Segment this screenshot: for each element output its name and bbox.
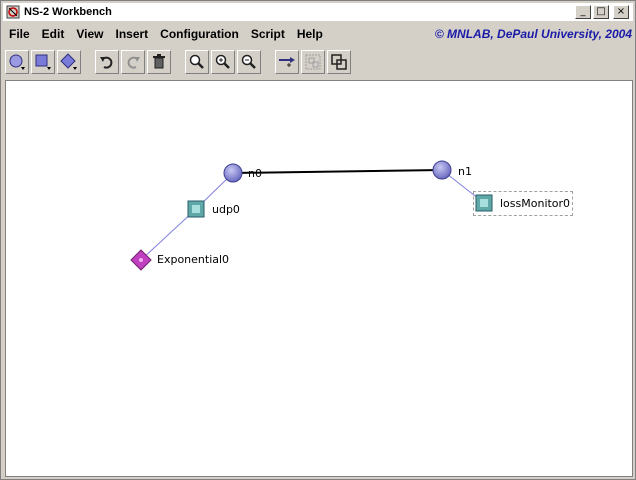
node-tool-button[interactable] [5, 50, 29, 74]
menu-configuration-label: Configuration [160, 27, 239, 41]
zoom-out-button[interactable] [237, 50, 261, 74]
agent-tool-button[interactable] [31, 50, 55, 74]
traffic-exponential0-label: Exponential0 [157, 253, 230, 266]
menu-edit[interactable]: Edit [36, 27, 71, 41]
node-n1-label: n1 [458, 165, 472, 178]
zoom-out-icon [241, 54, 256, 69]
traffic-tool-button[interactable] [57, 50, 81, 74]
topology-drawing [130, 160, 493, 271]
zoom-icon [189, 54, 204, 69]
link-n0-n1[interactable] [232, 169, 443, 174]
redo-button[interactable] [121, 50, 145, 74]
menu-edit-label: Edit [41, 27, 65, 41]
agent-udp0-inner [192, 205, 200, 213]
menu-script-label: Script [250, 27, 285, 41]
agent-lossmonitor0-label: lossMonitor0 [500, 197, 571, 210]
app-window: NS-2 Workbench _ □ × File Edit View Inse… [0, 0, 636, 480]
undo-button[interactable] [95, 50, 119, 74]
zoom-in-button[interactable] [211, 50, 235, 74]
window-controls: _ □ × [575, 5, 629, 19]
app-icon [6, 5, 20, 19]
zoom-in-icon [215, 54, 230, 69]
traffic-tool-icon [60, 53, 77, 70]
undo-icon [100, 56, 113, 69]
group-icon [305, 54, 321, 70]
window-title: NS-2 Workbench [24, 6, 112, 18]
ungroup-button[interactable] [327, 50, 351, 74]
menu-help-label: Help [296, 27, 323, 41]
node-n0-label: n0 [248, 167, 262, 180]
topology-canvas[interactable]: n0 n1 udp0 lossMonitor0 Exponential0 [5, 80, 633, 477]
delete-button[interactable] [147, 50, 171, 74]
node-n0[interactable] [223, 163, 243, 183]
toolbar [3, 47, 633, 77]
traffic-exponential0-dot [139, 258, 143, 262]
group-button[interactable] [301, 50, 325, 74]
maximize-button[interactable]: □ [593, 5, 609, 19]
menu-file[interactable]: File [3, 27, 36, 41]
menu-help[interactable]: Help [291, 27, 329, 41]
node-n1[interactable] [432, 160, 452, 180]
menu-script[interactable]: Script [245, 27, 291, 41]
menu-view[interactable]: View [70, 27, 109, 41]
menu-file-label: File [9, 27, 30, 41]
ungroup-icon [331, 54, 347, 70]
menu-configuration[interactable]: Configuration [154, 27, 245, 41]
menu-insert[interactable]: Insert [109, 27, 154, 41]
menu-insert-label: Insert [115, 27, 149, 41]
agent-tool-icon [35, 54, 51, 70]
minimize-button[interactable]: _ [575, 5, 591, 19]
add-link-icon [279, 57, 295, 67]
close-icon: × [616, 6, 626, 17]
delete-icon [153, 54, 165, 69]
close-button[interactable]: × [613, 5, 629, 19]
agent-udp0-label: udp0 [212, 203, 240, 216]
redo-icon [127, 56, 140, 69]
menu-view-label: View [76, 27, 104, 41]
maximize-icon: □ [596, 6, 606, 17]
node-tool-icon [9, 54, 25, 70]
copyright-text: © MNLAB, DePaul University, 2004 [434, 27, 632, 41]
zoom-button[interactable] [185, 50, 209, 74]
minimize-icon: _ [580, 6, 586, 17]
add-link-button[interactable] [275, 50, 299, 74]
title-bar: NS-2 Workbench _ □ × [3, 3, 633, 21]
